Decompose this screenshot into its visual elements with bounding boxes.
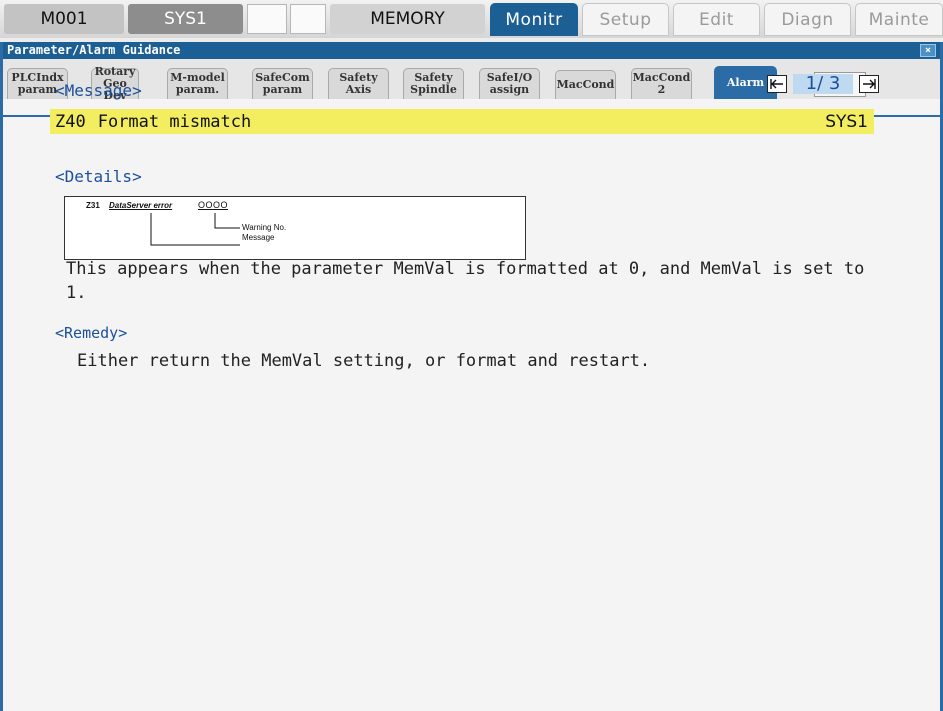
subtab-m-model-param[interactable]: M-model param. <box>167 68 228 99</box>
first-page-button[interactable] <box>767 75 787 93</box>
details-header: <Details> <box>55 167 142 186</box>
alarm-title: Format mismatch <box>97 111 252 132</box>
subtab-maccond[interactable]: MacCond <box>555 70 616 99</box>
tab-mainte[interactable]: Mainte <box>855 3 943 36</box>
tab-setup[interactable]: Setup <box>582 3 669 36</box>
figure-message-label: Message <box>242 233 275 242</box>
first-page-icon <box>770 79 783 89</box>
last-page-icon <box>863 79 876 89</box>
alarm-message-row[interactable]: Z40 Format mismatch SYS1 <box>50 109 874 134</box>
subtab-safety-axis[interactable]: Safety Axis <box>328 68 389 99</box>
subtab-safecom-param[interactable]: SafeCom param <box>252 68 313 99</box>
pager: 1/ 3 <box>767 73 879 95</box>
tab-edit[interactable]: Edit <box>673 3 760 36</box>
guidance-window: Parameter/Alarm Guidance × PLCIndx param… <box>0 42 943 711</box>
remedy-text: Either return the MemVal setting, or for… <box>77 351 651 371</box>
program-number: M001 <box>4 4 124 34</box>
window-titlebar: Parameter/Alarm Guidance × <box>3 42 940 59</box>
alarm-description: This appears when the parameter MemVal i… <box>66 259 865 303</box>
remedy-header: <Remedy> <box>55 324 128 342</box>
subtab-maccond-2[interactable]: MacCond 2 <box>631 68 692 99</box>
last-page-button[interactable] <box>859 75 879 93</box>
window-title: Parameter/Alarm Guidance <box>7 43 181 57</box>
figure-leader-lines <box>150 213 240 246</box>
figure-warning-label: Warning No. <box>242 223 287 232</box>
alarm-system: SYS1 <box>825 111 868 132</box>
page-indicator: 1/ 3 <box>793 74 853 94</box>
status-blank-1 <box>247 4 287 34</box>
message-header: <Message> <box>55 81 142 100</box>
system-indicator[interactable]: SYS1 <box>128 4 243 34</box>
subtab-safety-spindle[interactable]: Safety Spindle <box>403 68 464 99</box>
subtab-safeio-assign[interactable]: SafeI/O assign <box>479 68 540 99</box>
detail-figure: Z31 DataServer error OOOO Warning No. Me… <box>64 196 526 260</box>
tab-diagn[interactable]: Diagn <box>764 3 851 36</box>
alarm-code: Z40 <box>55 111 86 132</box>
operation-mode: MEMORY <box>330 4 485 34</box>
tab-monitr[interactable]: Monitr <box>490 3 578 36</box>
status-blank-2 <box>290 4 326 34</box>
close-icon[interactable]: × <box>920 44 936 57</box>
status-bar: M001 SYS1 MEMORY Monitr Setup Edit Diagn… <box>0 0 943 38</box>
